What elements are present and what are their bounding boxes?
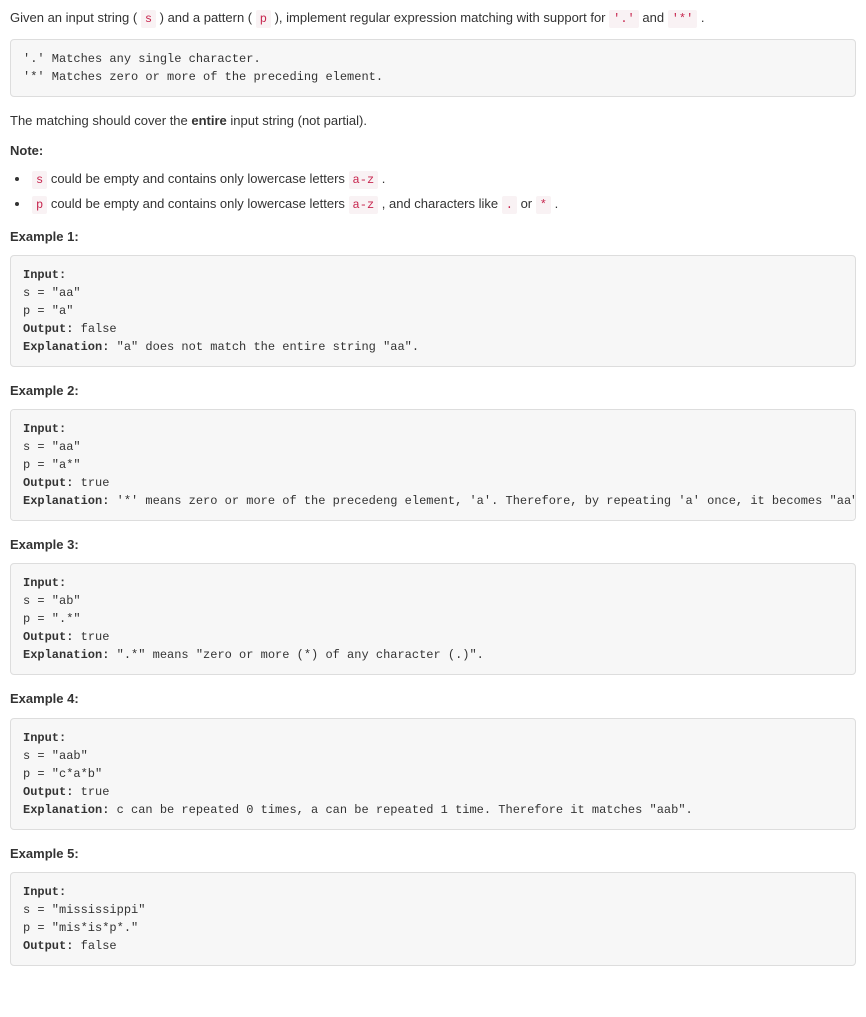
text: ), implement regular expression matching… (275, 10, 610, 25)
text: . (382, 171, 386, 186)
code-line: s = "aab" (23, 749, 88, 763)
bold-text: entire (191, 113, 226, 128)
code-inline: s (32, 171, 47, 189)
code-inline: a-z (349, 171, 379, 189)
note-list: s could be empty and contains only lower… (30, 169, 856, 215)
example-heading: Example 4: (10, 689, 856, 709)
label: Output: (23, 630, 73, 644)
text: could be empty and contains only lowerca… (51, 171, 349, 186)
code-inline: s (141, 10, 156, 28)
code-inline: p (256, 10, 271, 28)
code-inline: '*' (668, 10, 698, 28)
example-heading: Example 2: (10, 381, 856, 401)
label: Input: (23, 422, 66, 436)
code-text: true (73, 476, 109, 490)
coverage-paragraph: The matching should cover the entire inp… (10, 111, 856, 131)
label: Explanation: (23, 648, 109, 662)
example-code-block: Input: s = "mississippi" p = "mis*is*p*.… (10, 872, 856, 966)
example-heading: Example 3: (10, 535, 856, 555)
code-inline: a-z (349, 196, 379, 214)
label: Explanation: (23, 340, 109, 354)
code-inline: * (536, 196, 551, 214)
text: and (642, 10, 667, 25)
code-line: p = "a" (23, 304, 73, 318)
code-line: p = "c*a*b" (23, 767, 102, 781)
code-inline: . (502, 196, 517, 214)
code-text: false (73, 939, 116, 953)
text: , and characters like (382, 196, 502, 211)
code-text: false (73, 322, 116, 336)
label: Explanation: (23, 494, 109, 508)
list-item: s could be empty and contains only lower… (30, 169, 856, 190)
code-line: p = ".*" (23, 612, 81, 626)
code-line: s = "ab" (23, 594, 81, 608)
text: . (701, 10, 705, 25)
label: Output: (23, 785, 73, 799)
text: input string (not partial). (227, 113, 367, 128)
label: Output: (23, 322, 73, 336)
code-line: s = "mississippi" (23, 903, 145, 917)
code-text: ".*" means "zero or more (*) of any char… (109, 648, 483, 662)
text: or (521, 196, 536, 211)
code-inline: p (32, 196, 47, 214)
code-line: s = "aa" (23, 286, 81, 300)
rules-code-block: '.' Matches any single character. '*' Ma… (10, 39, 856, 97)
text: . (555, 196, 559, 211)
code-text: true (73, 630, 109, 644)
example-code-block: Input: s = "aa" p = "a*" Output: true Ex… (10, 409, 856, 521)
note-heading: Note: (10, 141, 856, 161)
example-heading: Example 5: (10, 844, 856, 864)
code-text: true (73, 785, 109, 799)
example-code-block: Input: s = "ab" p = ".*" Output: true Ex… (10, 563, 856, 675)
label: Explanation: (23, 803, 109, 817)
code-line: p = "mis*is*p*." (23, 921, 138, 935)
code-line: p = "a*" (23, 458, 81, 472)
text: could be empty and contains only lowerca… (51, 196, 349, 211)
label: Input: (23, 268, 66, 282)
code-text: '*' means zero or more of the precedeng … (109, 494, 856, 508)
text: ) and a pattern ( (160, 10, 253, 25)
code-inline: '.' (609, 10, 639, 28)
intro-paragraph: Given an input string ( s ) and a patter… (10, 8, 856, 29)
example-code-block: Input: s = "aab" p = "c*a*b" Output: tru… (10, 718, 856, 830)
label: Input: (23, 731, 66, 745)
code-text: "a" does not match the entire string "aa… (109, 340, 419, 354)
text: The matching should cover the (10, 113, 191, 128)
code-line: s = "aa" (23, 440, 81, 454)
example-heading: Example 1: (10, 227, 856, 247)
text: Given an input string ( (10, 10, 137, 25)
label: Input: (23, 576, 66, 590)
example-code-block: Input: s = "aa" p = "a" Output: false Ex… (10, 255, 856, 367)
label: Output: (23, 939, 73, 953)
list-item: p could be empty and contains only lower… (30, 194, 856, 215)
label: Input: (23, 885, 66, 899)
label: Output: (23, 476, 73, 490)
code-text: c can be repeated 0 times, a can be repe… (109, 803, 692, 817)
